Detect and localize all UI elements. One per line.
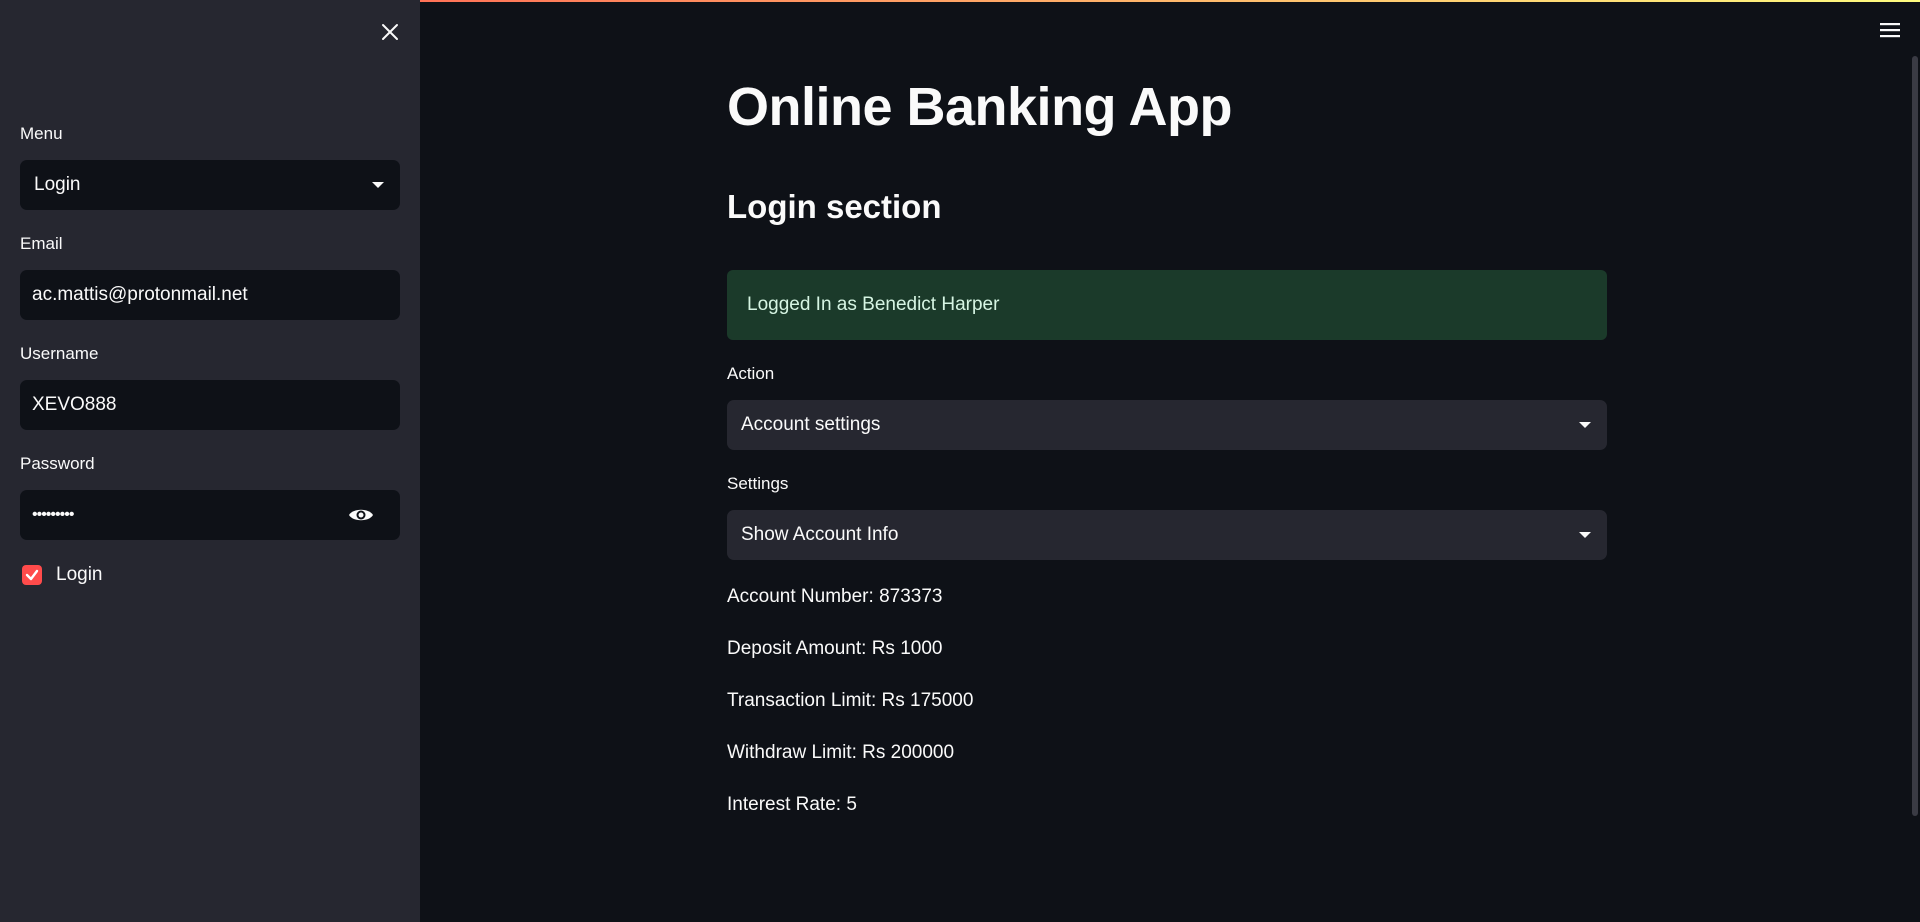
username-field[interactable]: XEVO888 — [20, 380, 400, 430]
username-label: Username — [20, 344, 99, 363]
password-value: ••••••••• — [32, 506, 74, 523]
success-message: Logged In as Benedict Harper — [747, 294, 1000, 315]
success-alert: Logged In as Benedict Harper — [727, 270, 1607, 340]
close-sidebar-button[interactable] — [376, 18, 404, 46]
checkmark-icon — [25, 569, 39, 581]
email-field[interactable]: ac.mattis@protonmail.net — [20, 270, 400, 320]
email-value: ac.mattis@protonmail.net — [32, 284, 248, 305]
login-checkbox[interactable] — [22, 565, 42, 585]
settings-select[interactable]: Show Account Info — [727, 510, 1607, 560]
username-value: XEVO888 — [32, 394, 117, 415]
chevron-down-icon — [1579, 422, 1591, 428]
sidebar: Menu Login Email ac.mattis@protonmail.ne… — [0, 0, 420, 922]
account-number-text: Account Number: 873373 — [727, 586, 943, 607]
login-checkbox-label: Login — [56, 564, 103, 585]
withdraw-limit-text: Withdraw Limit: Rs 200000 — [727, 742, 955, 763]
interest-rate-text: Interest Rate: 5 — [727, 794, 857, 815]
section-title: Login section — [727, 188, 942, 225]
action-select-value: Account settings — [741, 414, 881, 435]
transaction-limit-text: Transaction Limit: Rs 175000 — [727, 690, 974, 711]
menu-label: Menu — [20, 124, 63, 143]
menu-select-value: Login — [34, 174, 81, 195]
email-label: Email — [20, 234, 63, 253]
page-title: Online Banking App — [727, 77, 1233, 137]
chevron-down-icon — [372, 182, 384, 188]
action-label: Action — [727, 364, 775, 383]
password-label: Password — [20, 454, 95, 473]
action-select[interactable]: Account settings — [727, 400, 1607, 450]
hamburger-menu-icon[interactable] — [1878, 20, 1902, 40]
scrollbar[interactable] — [1912, 56, 1918, 816]
close-icon — [382, 24, 398, 40]
menu-select[interactable]: Login — [20, 160, 400, 210]
chevron-down-icon — [1579, 532, 1591, 538]
login-checkbox-row[interactable]: Login — [22, 564, 103, 586]
deposit-amount-text: Deposit Amount: Rs 1000 — [727, 638, 943, 659]
password-field[interactable]: ••••••••• — [20, 490, 400, 540]
settings-label: Settings — [727, 474, 789, 493]
eye-icon[interactable] — [348, 506, 374, 524]
settings-select-value: Show Account Info — [741, 524, 899, 545]
